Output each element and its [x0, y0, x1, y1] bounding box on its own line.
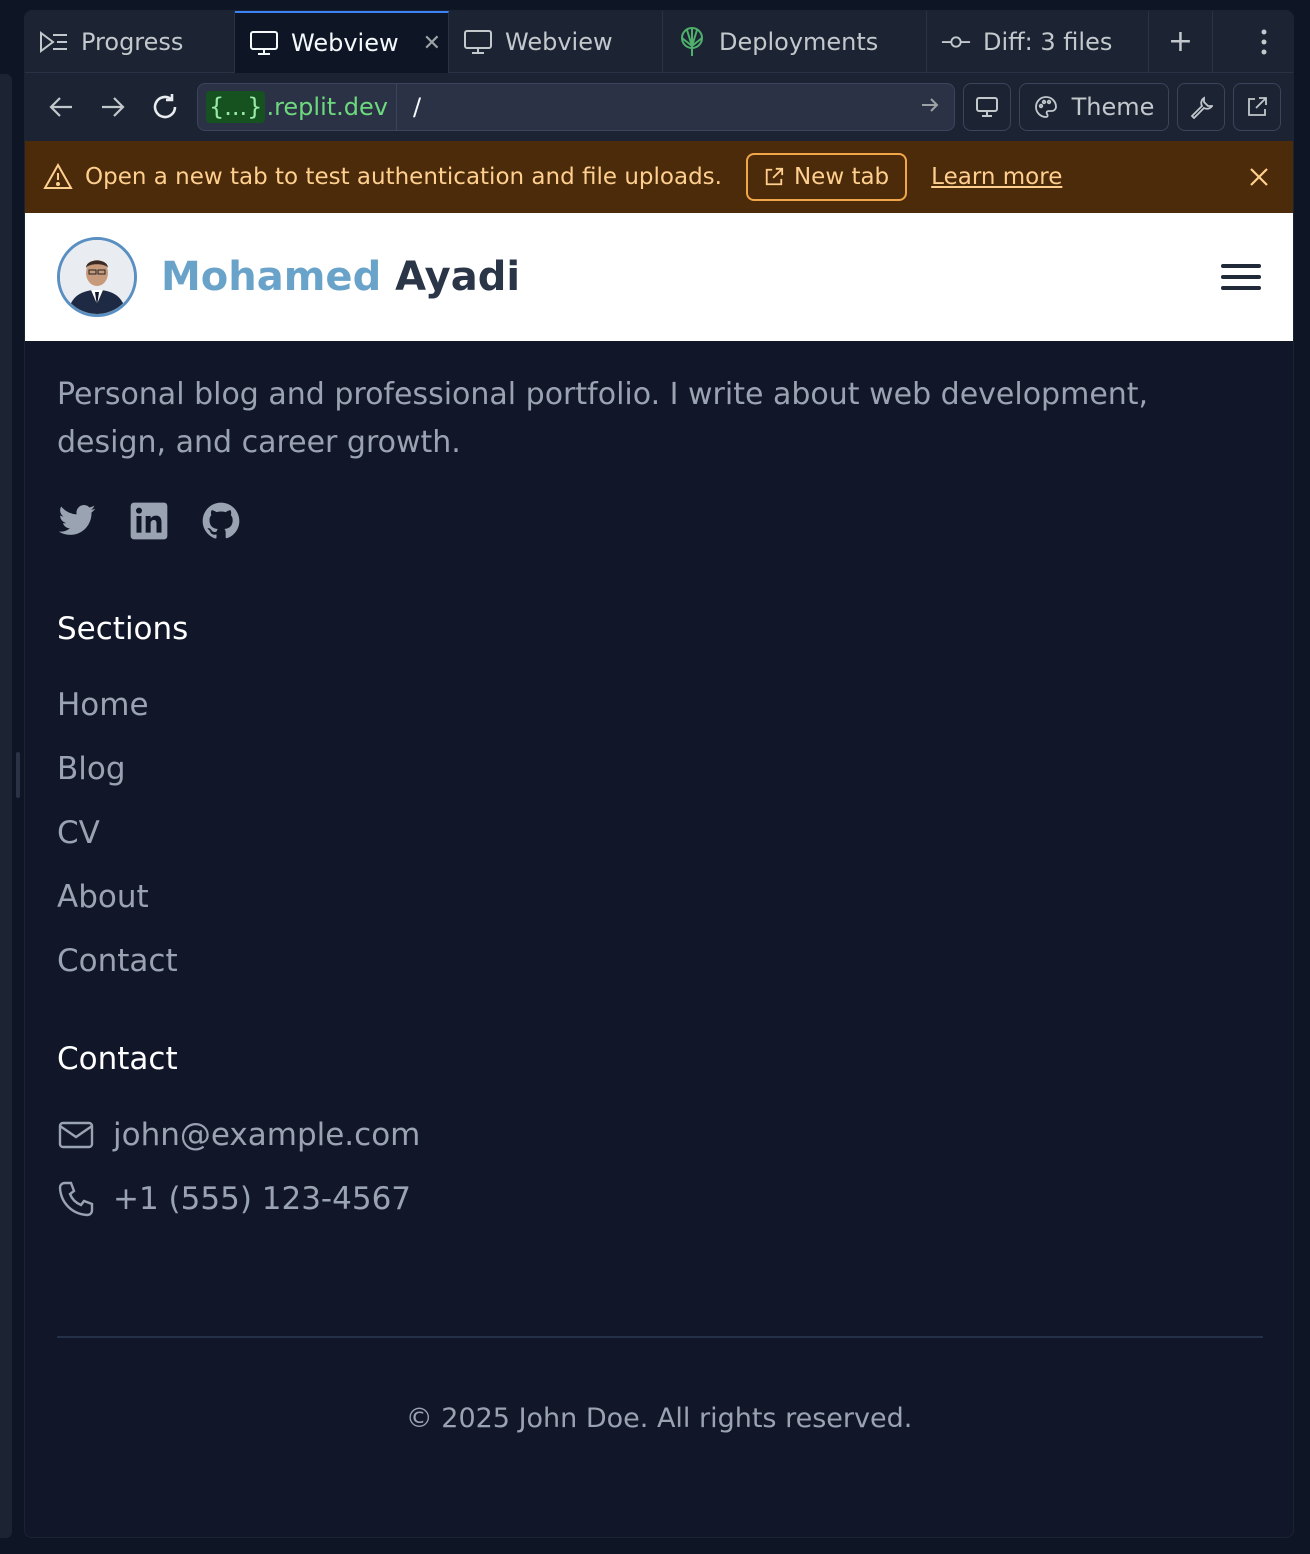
- kebab-menu-icon: [1261, 29, 1267, 54]
- phone-text: +1 (555) 123-4567: [113, 1181, 412, 1217]
- tab-label: Deployments: [719, 28, 879, 56]
- devtools-button[interactable]: [1177, 83, 1225, 131]
- contact-list: john@example.com +1 (555) 123-4567: [57, 1103, 1257, 1231]
- nav-link-about[interactable]: About: [57, 865, 1257, 929]
- nav-link-cv[interactable]: CV: [57, 801, 1257, 865]
- tab-label: Webview: [291, 29, 399, 57]
- tab-label: Diff: 3 files: [983, 28, 1113, 56]
- monitor-icon: [463, 27, 493, 57]
- commit-icon: [941, 27, 971, 57]
- url-host: {...} .replit.dev: [198, 84, 397, 130]
- reload-button[interactable]: [139, 81, 191, 133]
- panel-resize-handle[interactable]: [16, 752, 20, 798]
- progress-icon: [39, 27, 69, 57]
- nav-link-blog[interactable]: Blog: [57, 737, 1257, 801]
- brand-first-name: Mohamed: [161, 254, 382, 300]
- tab-webview-active[interactable]: Webview ✕: [235, 11, 449, 73]
- tab-webview[interactable]: Webview: [449, 11, 663, 73]
- site-header: Mohamed Ayadi: [25, 213, 1293, 341]
- site-description: Personal blog and professional portfolio…: [57, 377, 1149, 460]
- external-link-icon: [1248, 97, 1267, 116]
- device-button[interactable]: [963, 83, 1011, 131]
- mail-icon: [58, 1121, 94, 1149]
- new-tab-button[interactable]: New tab: [745, 153, 908, 201]
- new-tab-banner: Open a new tab to test authentication an…: [25, 141, 1293, 213]
- monitor-icon: [976, 97, 998, 117]
- new-tab-label: New tab: [793, 164, 890, 190]
- nav-link-contact[interactable]: Contact: [57, 929, 1257, 993]
- social-links: [57, 501, 1257, 541]
- forward-button[interactable]: [87, 81, 139, 133]
- url-braces: {...}: [206, 91, 266, 123]
- copyright-text: © 2025 John Doe. All rights reserved.: [405, 1403, 913, 1434]
- github-icon[interactable]: [201, 501, 241, 541]
- brand-last-name: Ayadi: [395, 254, 521, 300]
- footer-divider: [57, 1336, 1263, 1338]
- site-brand[interactable]: Mohamed Ayadi: [161, 254, 520, 300]
- webview-pane: Progress Webview ✕ Webview Deployments D…: [24, 10, 1294, 1538]
- go-arrow-icon[interactable]: [920, 95, 954, 120]
- tab-label: Progress: [81, 28, 184, 56]
- theme-label: Theme: [1071, 93, 1155, 121]
- warning-icon: [43, 162, 73, 189]
- menu-line: [1221, 275, 1261, 279]
- close-banner-button[interactable]: [1243, 161, 1275, 193]
- plus-icon: +: [1167, 24, 1194, 59]
- avatar[interactable]: [57, 237, 137, 317]
- close-icon: [1250, 168, 1268, 186]
- phone-icon: [58, 1181, 94, 1217]
- close-tab-icon[interactable]: ✕: [423, 31, 441, 56]
- email-text: john@example.com: [113, 1117, 421, 1153]
- url-path[interactable]: /: [397, 93, 920, 121]
- more-options-button[interactable]: [1213, 11, 1293, 72]
- contact-phone[interactable]: +1 (555) 123-4567: [57, 1167, 1257, 1231]
- sections-nav: Home Blog CV About Contact: [57, 673, 1257, 993]
- url-domain: .replit.dev: [266, 93, 388, 121]
- banner-message: Open a new tab to test authentication an…: [85, 164, 722, 190]
- tab-progress[interactable]: Progress: [25, 11, 235, 73]
- open-external-button[interactable]: [1233, 83, 1281, 131]
- address-bar: {...} .replit.dev / Theme: [25, 73, 1293, 141]
- theme-button[interactable]: Theme: [1019, 83, 1169, 131]
- reload-icon: [153, 94, 177, 119]
- url-bar[interactable]: {...} .replit.dev /: [197, 83, 955, 131]
- hamburger-menu-button[interactable]: [1221, 261, 1261, 293]
- left-panel-edge: [0, 74, 12, 1538]
- menu-line: [1221, 286, 1261, 290]
- contact-heading: Contact: [57, 1041, 178, 1077]
- contact-email[interactable]: john@example.com: [57, 1103, 1257, 1167]
- twitter-icon[interactable]: [57, 501, 97, 541]
- nav-link-home[interactable]: Home: [57, 673, 1257, 737]
- back-button[interactable]: [35, 81, 87, 133]
- learn-more-link[interactable]: Learn more: [931, 164, 1062, 190]
- external-link-icon: [765, 167, 784, 186]
- arrow-left-icon: [49, 97, 72, 117]
- palette-icon: [1034, 96, 1057, 118]
- footer-content: Personal blog and professional portfolio…: [57, 341, 1257, 1231]
- tab-diff[interactable]: Diff: 3 files: [927, 11, 1149, 73]
- tab-deployments[interactable]: Deployments: [663, 11, 927, 73]
- linkedin-icon[interactable]: [129, 501, 169, 541]
- wrench-icon: [1190, 96, 1213, 119]
- tab-bar: Progress Webview ✕ Webview Deployments D…: [25, 11, 1293, 73]
- monitor-icon: [249, 28, 279, 58]
- arrow-right-icon: [102, 97, 125, 117]
- add-tab-button[interactable]: +: [1149, 11, 1213, 72]
- menu-line: [1221, 264, 1261, 268]
- sections-heading: Sections: [57, 611, 189, 647]
- tab-label: Webview: [505, 28, 613, 56]
- deploy-icon: [677, 27, 707, 57]
